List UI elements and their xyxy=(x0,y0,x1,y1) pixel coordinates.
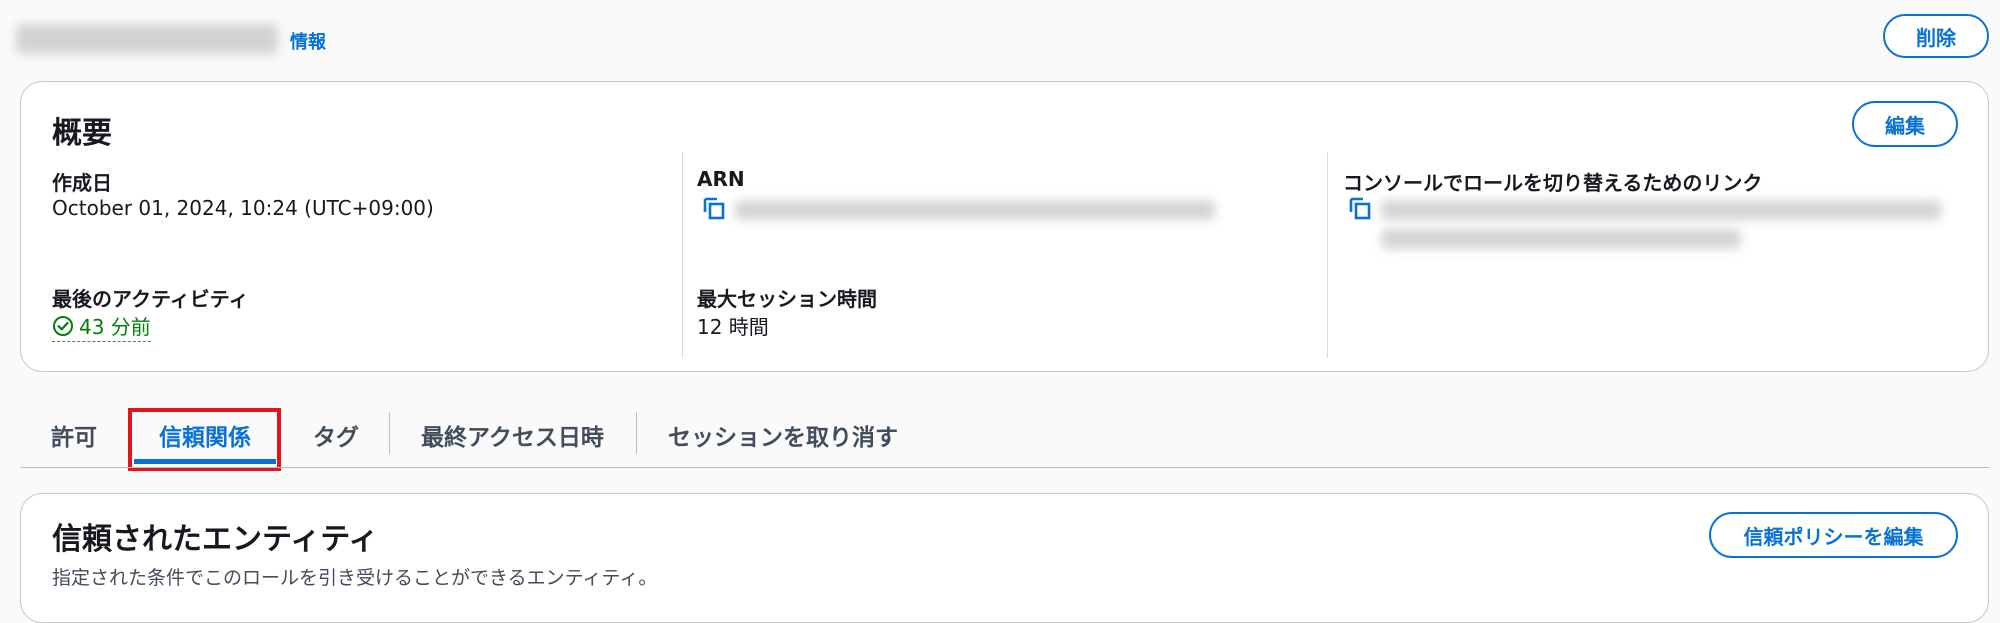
console-link-value-line-2[interactable] xyxy=(1381,229,1741,249)
arn-label: ARN xyxy=(697,167,745,191)
last-activity-value[interactable]: 43 分前 xyxy=(52,311,151,342)
trusted-entities-card: 信頼されたエンティティ 指定された条件でこのロールを引き受けることができるエンテ… xyxy=(20,493,1989,623)
created-value: October 01, 2024, 10:24 (UTC+09:00) xyxy=(52,196,434,220)
tab-revoke-sessions[interactable]: セッションを取り消す xyxy=(668,418,898,452)
info-link[interactable]: 情報 xyxy=(290,28,326,54)
role-name xyxy=(16,24,278,54)
highlight-box xyxy=(128,408,281,471)
copy-icon[interactable] xyxy=(1347,196,1373,222)
tab-separator xyxy=(636,412,637,454)
summary-title: 概要 xyxy=(52,116,112,151)
last-activity-label: 最後のアクティビティ xyxy=(52,287,249,311)
check-circle-icon xyxy=(53,315,73,336)
column-divider xyxy=(682,152,683,358)
console-link-label: コンソールでロールを切り替えるためのリンク xyxy=(1343,171,1763,195)
copy-icon[interactable] xyxy=(701,196,727,222)
max-session-value: 12 時間 xyxy=(697,315,769,339)
tab-permissions[interactable]: 許可 xyxy=(51,418,97,452)
arn-value xyxy=(735,200,1215,220)
tab-tags[interactable]: タグ xyxy=(313,418,359,452)
edit-trust-policy-button[interactable]: 信頼ポリシーを編集 xyxy=(1709,512,1958,558)
edit-button[interactable]: 編集 xyxy=(1852,101,1958,147)
tabs-baseline xyxy=(20,467,1989,468)
last-activity-text: 43 分前 xyxy=(79,315,151,339)
column-divider xyxy=(1327,152,1328,358)
tab-separator xyxy=(389,412,390,454)
console-link-value-line-1[interactable] xyxy=(1381,200,1941,220)
tab-last-accessed[interactable]: 最終アクセス日時 xyxy=(421,418,604,452)
delete-button[interactable]: 削除 xyxy=(1883,14,1989,58)
created-label: 作成日 xyxy=(52,171,112,195)
trusted-entities-description: 指定された条件でこのロールを引き受けることができるエンティティ。 xyxy=(52,567,658,589)
max-session-label: 最大セッション時間 xyxy=(697,287,877,311)
summary-card: 概要 編集 作成日 October 01, 2024, 10:24 (UTC+0… xyxy=(20,81,1989,372)
trusted-entities-title: 信頼されたエンティティ xyxy=(52,522,379,557)
